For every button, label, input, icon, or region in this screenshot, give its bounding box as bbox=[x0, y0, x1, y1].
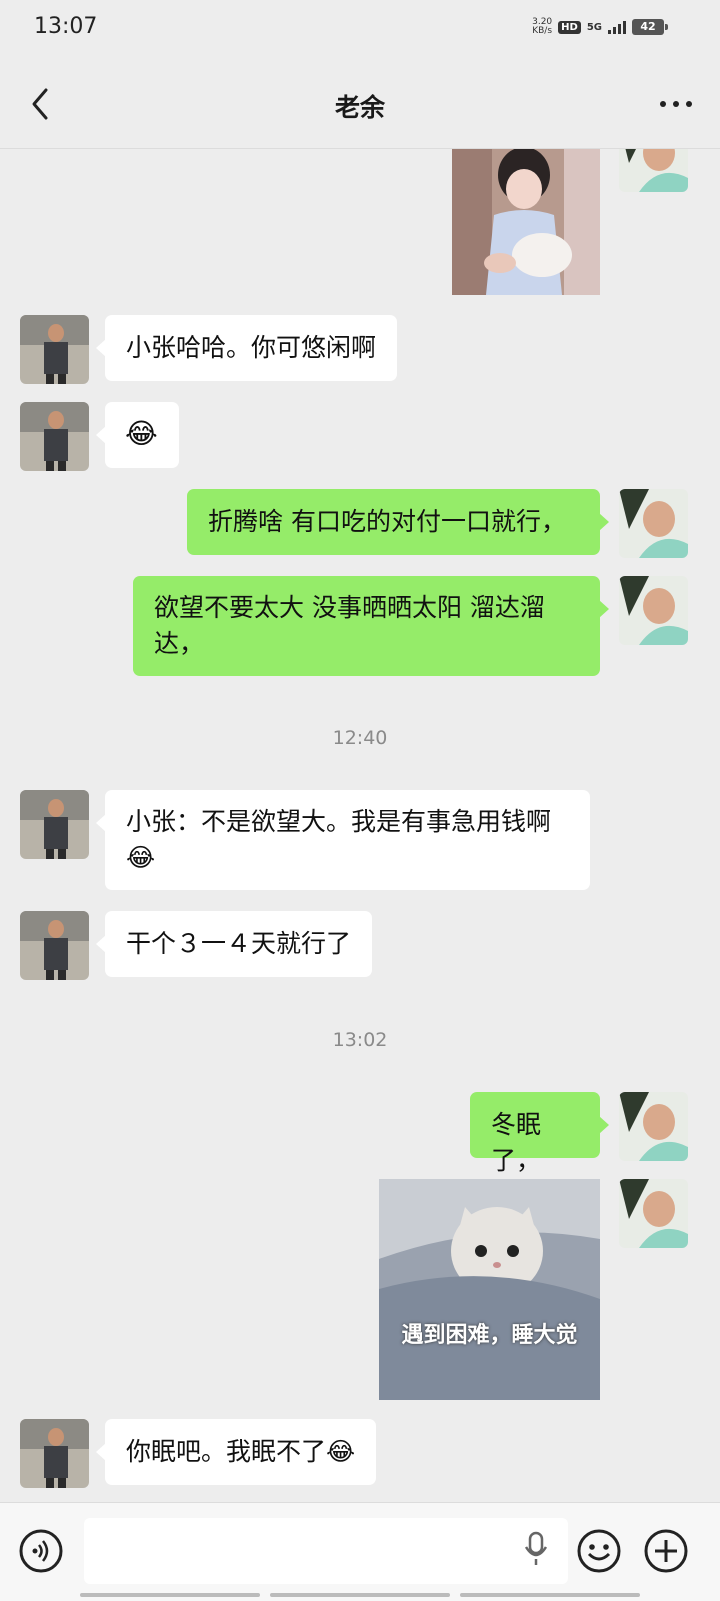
more-dots-icon bbox=[660, 101, 666, 107]
photo-girl-with-cat-icon bbox=[452, 149, 600, 295]
avatar-man-icon bbox=[20, 1419, 89, 1488]
avatar-man-icon bbox=[20, 911, 89, 980]
contact-avatar[interactable] bbox=[20, 1419, 89, 1488]
message-bubble[interactable]: 干个３一４天就行了 bbox=[95, 911, 373, 977]
message-bubble[interactable]: 折腾啥 有口吃的对付一口就行， bbox=[187, 489, 609, 555]
message-bubble[interactable]: 欲望不要太大 没事晒晒太阳 溜达溜达， bbox=[133, 576, 609, 676]
plus-button[interactable] bbox=[643, 1528, 689, 1574]
my-avatar[interactable] bbox=[619, 489, 688, 558]
message-bubble[interactable]: 你眠吧。我眠不了😂 bbox=[95, 1419, 377, 1485]
network-type: 5G bbox=[586, 21, 602, 33]
voice-icon bbox=[19, 1529, 63, 1573]
my-avatar[interactable] bbox=[619, 1092, 688, 1161]
cat-sticker-icon bbox=[379, 1179, 600, 1400]
laugh-cry-emoji: 😂 bbox=[126, 843, 156, 872]
emoji-button[interactable] bbox=[576, 1528, 622, 1574]
laugh-cry-emoji: 😂 bbox=[125, 417, 158, 450]
contact-avatar[interactable] bbox=[20, 402, 89, 471]
status-time: 13:07 bbox=[34, 14, 98, 39]
contact-avatar[interactable] bbox=[20, 315, 89, 384]
contact-avatar[interactable] bbox=[20, 790, 89, 859]
home-indicator bbox=[0, 1593, 720, 1599]
status-icons: 3.20 KB/s HD 5G 42 bbox=[532, 17, 668, 36]
sticker-caption: 遇到困难，睡大觉 bbox=[401, 1323, 578, 1348]
plus-icon bbox=[644, 1529, 688, 1573]
avatar-man-icon bbox=[619, 1179, 688, 1248]
avatar-man-icon bbox=[20, 402, 89, 471]
my-avatar[interactable] bbox=[619, 149, 688, 192]
my-avatar[interactable] bbox=[619, 576, 688, 645]
message-timestamp: 13:02 bbox=[332, 1029, 388, 1051]
message-bubble[interactable]: 😂 bbox=[96, 402, 179, 468]
voice-button[interactable] bbox=[18, 1528, 64, 1574]
status-bar: 13:07 3.20 KB/s HD 5G 42 bbox=[0, 0, 720, 58]
contact-avatar[interactable] bbox=[20, 911, 89, 980]
avatar-man-icon bbox=[619, 576, 688, 645]
message-image[interactable] bbox=[452, 149, 600, 295]
network-speed: 3.20 KB/s bbox=[532, 17, 553, 36]
message-bubble[interactable]: 小张哈哈。你可悠闲啊 bbox=[95, 315, 398, 381]
chat-title: 老余 bbox=[334, 93, 385, 122]
smile-icon bbox=[577, 1529, 621, 1573]
hd-badge: HD bbox=[558, 20, 581, 34]
message-bubble[interactable]: 小张：不是欲望大。我是有事急用钱啊😂 bbox=[96, 790, 590, 890]
avatar-man-icon bbox=[20, 315, 89, 384]
avatar-man-icon bbox=[619, 1092, 688, 1161]
message-input[interactable] bbox=[84, 1518, 568, 1584]
avatar-man-icon bbox=[619, 489, 688, 558]
battery-icon: 42 bbox=[632, 19, 668, 35]
mic-icon bbox=[524, 1531, 548, 1565]
my-avatar[interactable] bbox=[619, 1179, 688, 1248]
message-list[interactable]: 小张哈哈。你可悠闲啊 😂 折腾啥 有口吃的对付一口就行， 欲望不要太大 没事晒晒… bbox=[0, 149, 720, 1502]
avatar-man-icon bbox=[20, 790, 89, 859]
laugh-cry-emoji: 😂 bbox=[326, 1437, 356, 1466]
message-bubble[interactable]: 冬眠了， bbox=[470, 1092, 609, 1175]
mic-button[interactable] bbox=[524, 1531, 548, 1567]
chat-header: 老余 bbox=[0, 58, 720, 149]
sticker-image[interactable]: 遇到困难，睡大觉 bbox=[379, 1179, 600, 1400]
message-timestamp: 12:40 bbox=[332, 727, 388, 749]
input-bar bbox=[0, 1502, 720, 1601]
avatar-man-icon bbox=[619, 149, 688, 192]
signal-icon bbox=[608, 20, 626, 34]
more-button[interactable] bbox=[656, 94, 696, 114]
